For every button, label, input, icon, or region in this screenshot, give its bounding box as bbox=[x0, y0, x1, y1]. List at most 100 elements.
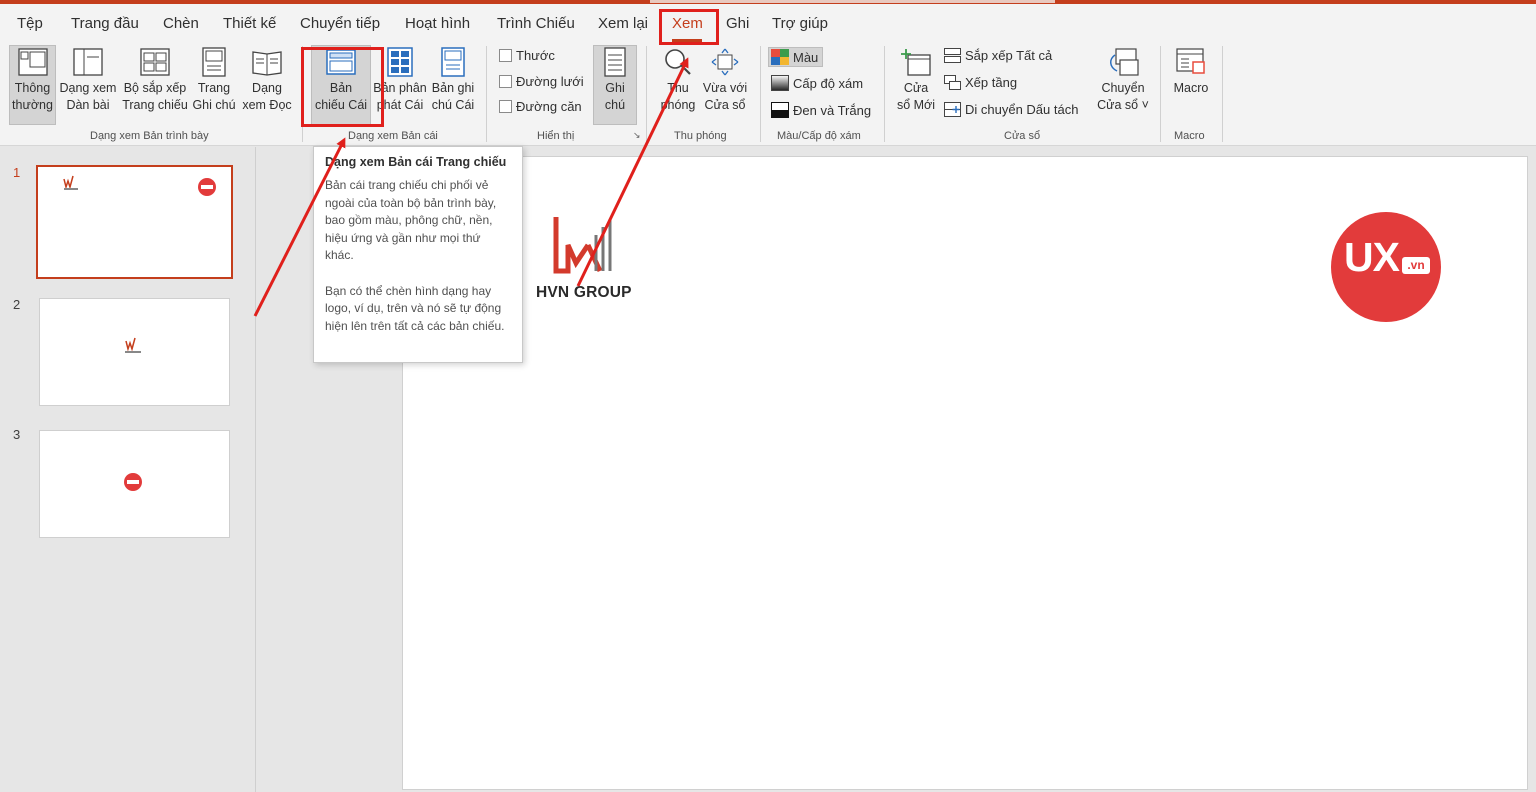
tab-review[interactable]: Xem lại bbox=[598, 15, 648, 32]
outline-view-button[interactable]: Dạng xem Dàn bài bbox=[57, 46, 119, 114]
guides-checkbox[interactable]: Đường căn bbox=[499, 99, 582, 114]
slide-thumbnail-2[interactable] bbox=[39, 298, 230, 406]
slide-2-logo-icon bbox=[125, 337, 141, 353]
slide-thumbnail-1[interactable] bbox=[36, 165, 233, 279]
tab-home[interactable]: Trang đầu bbox=[71, 15, 139, 32]
normal-view-button[interactable]: Thông thường bbox=[9, 45, 56, 125]
slide-sorter-button[interactable]: Bộ sắp xếp Trang chiếu bbox=[120, 46, 190, 114]
notes-icon bbox=[599, 46, 631, 78]
cascade-button[interactable]: Xếp tầng bbox=[944, 75, 1017, 90]
tooltip-paragraph: Bạn có thể chèn hình dạng hay logo, ví d… bbox=[325, 283, 505, 333]
slide-3-logo-icon bbox=[124, 473, 142, 491]
notes-master-label-1: Bản ghi bbox=[431, 81, 475, 95]
reading-view-button[interactable]: Dạng xem Đọc bbox=[238, 46, 296, 114]
group-label-show: Hiển thị bbox=[537, 130, 575, 142]
color-label: Màu bbox=[793, 49, 819, 65]
ruler-label: Thước bbox=[516, 48, 555, 63]
slide-number: 2 bbox=[13, 297, 21, 312]
tab-animations[interactable]: Hoạt hình bbox=[405, 15, 470, 32]
ux-logo-text: UX bbox=[1344, 234, 1400, 280]
notes-label-1: Ghi bbox=[605, 81, 625, 95]
ruler-check[interactable] bbox=[499, 49, 512, 62]
group-label-zoom: Thu phóng bbox=[674, 130, 727, 142]
notes-page-button[interactable]: Trang Ghi chú bbox=[191, 46, 237, 114]
macro-label: Macro bbox=[1173, 81, 1209, 95]
fit-to-window-button[interactable]: Vừa với Cửa sổ bbox=[700, 46, 750, 114]
fit-window-icon bbox=[709, 46, 741, 78]
tab-design[interactable]: Thiết kế bbox=[223, 15, 276, 32]
move-split-label: Di chuyển Dấu tách bbox=[965, 102, 1079, 117]
notes-button[interactable]: Ghi chú bbox=[593, 45, 637, 125]
new-window-button[interactable]: Cửa sổ Mới bbox=[893, 46, 939, 114]
color-swatch-icon bbox=[771, 49, 789, 65]
grayscale-label: Cấp độ xám bbox=[793, 75, 864, 91]
arrange-all-button[interactable]: Sắp xếp Tất cả bbox=[944, 48, 1052, 63]
slide-sorter-icon bbox=[139, 46, 171, 78]
group-label-color: Màu/Cấp độ xám bbox=[777, 130, 861, 142]
switch-window-label-2: Cửa sổ ˅ bbox=[1097, 98, 1149, 112]
group-label-window: Cửa sổ bbox=[1004, 130, 1041, 142]
slide-canvas[interactable]: HVN GROUP UX .vn bbox=[402, 156, 1528, 790]
dialog-launcher-icon[interactable]: ↘ bbox=[633, 130, 641, 141]
slide-number: 3 bbox=[13, 427, 21, 442]
ribbon-separator bbox=[1160, 46, 1161, 142]
reading-view-label-1: Dạng bbox=[252, 81, 282, 95]
group-label-presentation-views: Dạng xem Bản trình bày bbox=[90, 130, 209, 142]
color-button[interactable]: Màu bbox=[768, 47, 824, 67]
reading-view-label-2: xem Đọc bbox=[242, 98, 292, 112]
hvn-logo-icon bbox=[553, 217, 612, 274]
slide-sorter-label-1: Bộ sắp xếp bbox=[123, 81, 187, 95]
notes-master-icon bbox=[437, 46, 469, 78]
outline-view-label-2: Dàn bài bbox=[66, 98, 110, 112]
cascade-label: Xếp tầng bbox=[965, 75, 1018, 90]
guides-check[interactable] bbox=[499, 100, 512, 113]
ribbon-separator bbox=[884, 46, 885, 142]
guides-label: Đường căn bbox=[516, 99, 582, 114]
tab-file[interactable]: Tệp bbox=[17, 15, 43, 32]
slide-thumbnail-3[interactable] bbox=[39, 430, 230, 538]
new-window-label-2: sổ Mới bbox=[896, 98, 936, 112]
zoom-button[interactable]: Thu phóng bbox=[657, 46, 699, 114]
ux-logo-suffix: .vn bbox=[1402, 257, 1430, 274]
cascade-icon bbox=[944, 75, 961, 90]
hvn-logo-text: HVN GROUP bbox=[536, 284, 632, 301]
handout-master-icon bbox=[384, 46, 416, 78]
group-label-master-views: Dạng xem Bản cái bbox=[348, 130, 438, 142]
tab-help[interactable]: Trợ giúp bbox=[772, 15, 828, 32]
ribbon-tab-bar: Tệp Trang đầu Chèn Thiết kế Chuyển tiếp … bbox=[0, 4, 1536, 42]
gridlines-check[interactable] bbox=[499, 75, 512, 88]
black-white-label: Đen và Trắng bbox=[793, 102, 872, 118]
notes-page-icon bbox=[198, 46, 230, 78]
notes-master-button[interactable]: Bản ghi chú Cái bbox=[429, 46, 477, 114]
normal-view-icon bbox=[17, 46, 49, 78]
grayscale-button[interactable]: Cấp độ xám bbox=[771, 75, 863, 91]
ribbon: Thông thường Dạng xem Dàn bài Bộ sắp xếp Tr… bbox=[0, 42, 1536, 146]
switch-window-icon bbox=[1107, 46, 1139, 78]
highlight-box-view-tab bbox=[659, 9, 719, 45]
notes-page-label-1: Trang bbox=[197, 81, 231, 95]
black-white-button[interactable]: Đen và Trắng bbox=[771, 102, 871, 118]
ruler-checkbox[interactable]: Thước bbox=[499, 48, 555, 63]
macro-button[interactable]: Macro bbox=[1168, 46, 1214, 97]
tab-record[interactable]: Ghi bbox=[726, 15, 749, 32]
notes-master-label-2: chú Cái bbox=[431, 98, 475, 112]
slide-master-tooltip: Dạng xem Bản cái Trang chiếu Bản cái tra… bbox=[313, 146, 523, 363]
title-bar-highlight bbox=[650, 0, 1055, 3]
tab-insert[interactable]: Chèn bbox=[163, 15, 199, 32]
move-split-button[interactable]: Di chuyển Dấu tách bbox=[944, 102, 1078, 117]
new-window-label-1: Cửa bbox=[903, 81, 929, 95]
normal-view-label-2: thường bbox=[12, 98, 53, 112]
ribbon-separator bbox=[760, 46, 761, 142]
grayscale-icon bbox=[771, 75, 789, 91]
gridlines-checkbox[interactable]: Đường lưới bbox=[499, 74, 584, 89]
group-label-macro: Macro bbox=[1174, 130, 1205, 142]
new-window-icon bbox=[900, 46, 932, 78]
switch-window-button[interactable]: Chuyển Cửa sổ ˅ bbox=[1092, 46, 1154, 114]
tab-slide-show[interactable]: Trình Chiếu bbox=[497, 15, 575, 32]
arrange-all-label: Sắp xếp Tất cả bbox=[965, 48, 1053, 63]
slide-sorter-label-2: Trang chiếu bbox=[122, 98, 188, 112]
tab-transitions[interactable]: Chuyển tiếp bbox=[300, 15, 380, 32]
macro-icon bbox=[1175, 46, 1207, 78]
arrange-all-icon bbox=[944, 48, 961, 63]
hvn-logo bbox=[536, 215, 636, 284]
